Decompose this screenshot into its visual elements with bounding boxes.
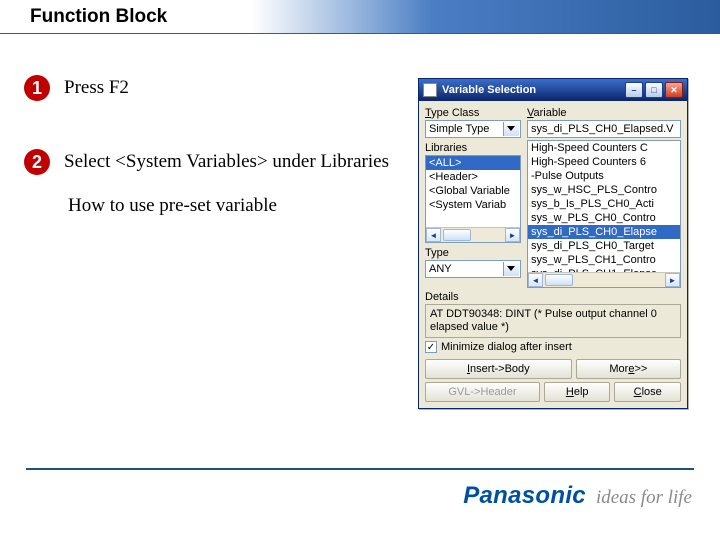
type-class-value: Simple Type: [429, 123, 489, 135]
subnote: How to use pre-set variable: [68, 195, 394, 217]
insert-body-button[interactable]: Insert->Body: [425, 359, 572, 379]
list-item[interactable]: -Pulse Outputs: [528, 169, 680, 183]
chevron-down-icon: [507, 266, 515, 271]
type-class-select[interactable]: Simple Type: [425, 120, 521, 138]
step-2-text: Select <System Variables> under Librarie…: [64, 149, 389, 175]
footer-divider: [26, 468, 694, 470]
list-item[interactable]: sys_w_PLS_CH1_Contro: [528, 253, 680, 267]
variable-value: sys_di_PLS_CH0_Elapsed.V: [531, 123, 673, 135]
libraries-hscroll[interactable]: ◄ ►: [426, 227, 520, 242]
step-2: 2 Select <System Variables> under Librar…: [24, 149, 394, 175]
slide-header: Function Block: [0, 0, 720, 34]
details-box: AT DDT90348: DINT (* Pulse output channe…: [425, 304, 681, 338]
list-item[interactable]: High-Speed Counters C: [528, 141, 680, 155]
type-value: ANY: [429, 263, 452, 275]
libraries-list[interactable]: <ALL> <Header> <Global Variable <System …: [425, 155, 521, 243]
list-item[interactable]: <Header>: [426, 170, 520, 184]
scroll-thumb[interactable]: [545, 274, 573, 286]
variable-field[interactable]: sys_di_PLS_CH0_Elapsed.V: [527, 120, 681, 138]
minimize-checkbox[interactable]: ✓: [425, 341, 437, 353]
step-1: 1 Press F2: [24, 75, 394, 101]
minimize-checkbox-row[interactable]: ✓ Minimize dialog after insert: [425, 341, 681, 353]
chevron-down-icon: [507, 126, 515, 131]
variables-hscroll[interactable]: ◄ ►: [528, 272, 680, 287]
list-item[interactable]: <Global Variable: [426, 184, 520, 198]
brand-footer: Panasonic ideas for life: [463, 482, 692, 510]
brand-tagline: ideas for life: [596, 487, 692, 509]
list-item[interactable]: sys_b_Is_PLS_CH0_Acti: [528, 197, 680, 211]
type-class-label: Type Class: [425, 107, 521, 119]
details-label: Details: [425, 291, 681, 303]
list-item[interactable]: High-Speed Counters 6: [528, 155, 680, 169]
list-item[interactable]: sys_w_PLS_CH0_Contro: [528, 211, 680, 225]
step-1-text: Press F2: [64, 75, 129, 101]
list-item[interactable]: <System Variab: [426, 198, 520, 212]
close-button[interactable]: Close: [614, 382, 681, 402]
scroll-right-icon[interactable]: ►: [665, 273, 680, 287]
list-item[interactable]: sys_di_PLS_CH0_Target: [528, 239, 680, 253]
libraries-label: Libraries: [425, 142, 521, 154]
close-window-button[interactable]: ✕: [665, 82, 683, 98]
brand-logo: Panasonic: [463, 482, 586, 510]
scroll-thumb[interactable]: [443, 229, 471, 241]
dialog-titlebar[interactable]: Variable Selection – □ ✕: [419, 79, 687, 101]
more-button[interactable]: More >>: [576, 359, 681, 379]
app-icon: [423, 83, 437, 97]
step-badge-2: 2: [24, 149, 50, 175]
scroll-left-icon[interactable]: ◄: [426, 228, 441, 242]
minimize-checkbox-label: Minimize dialog after insert: [441, 341, 572, 353]
list-item[interactable]: sys_w_HSC_PLS_Contro: [528, 183, 680, 197]
variable-label: Variable: [527, 107, 681, 119]
type-label: Type: [425, 247, 521, 259]
help-button[interactable]: Help: [544, 382, 611, 402]
list-item[interactable]: sys_di_PLS_CH0_Elapse: [528, 225, 680, 239]
variable-selection-dialog: Variable Selection – □ ✕ Type Class Simp…: [418, 78, 688, 409]
scroll-right-icon[interactable]: ►: [505, 228, 520, 242]
maximize-window-button[interactable]: □: [645, 82, 663, 98]
scroll-left-icon[interactable]: ◄: [528, 273, 543, 287]
step-badge-1: 1: [24, 75, 50, 101]
dialog-title: Variable Selection: [442, 84, 536, 96]
minimize-window-button[interactable]: –: [625, 82, 643, 98]
gvl-header-button: GVL->Header: [425, 382, 540, 402]
instruction-steps: 1 Press F2 2 Select <System Variables> u…: [24, 75, 394, 217]
variables-list[interactable]: High-Speed Counters C High-Speed Counter…: [527, 140, 681, 288]
slide-title: Function Block: [30, 6, 167, 28]
list-item[interactable]: <ALL>: [426, 156, 520, 170]
type-select[interactable]: ANY: [425, 260, 521, 278]
